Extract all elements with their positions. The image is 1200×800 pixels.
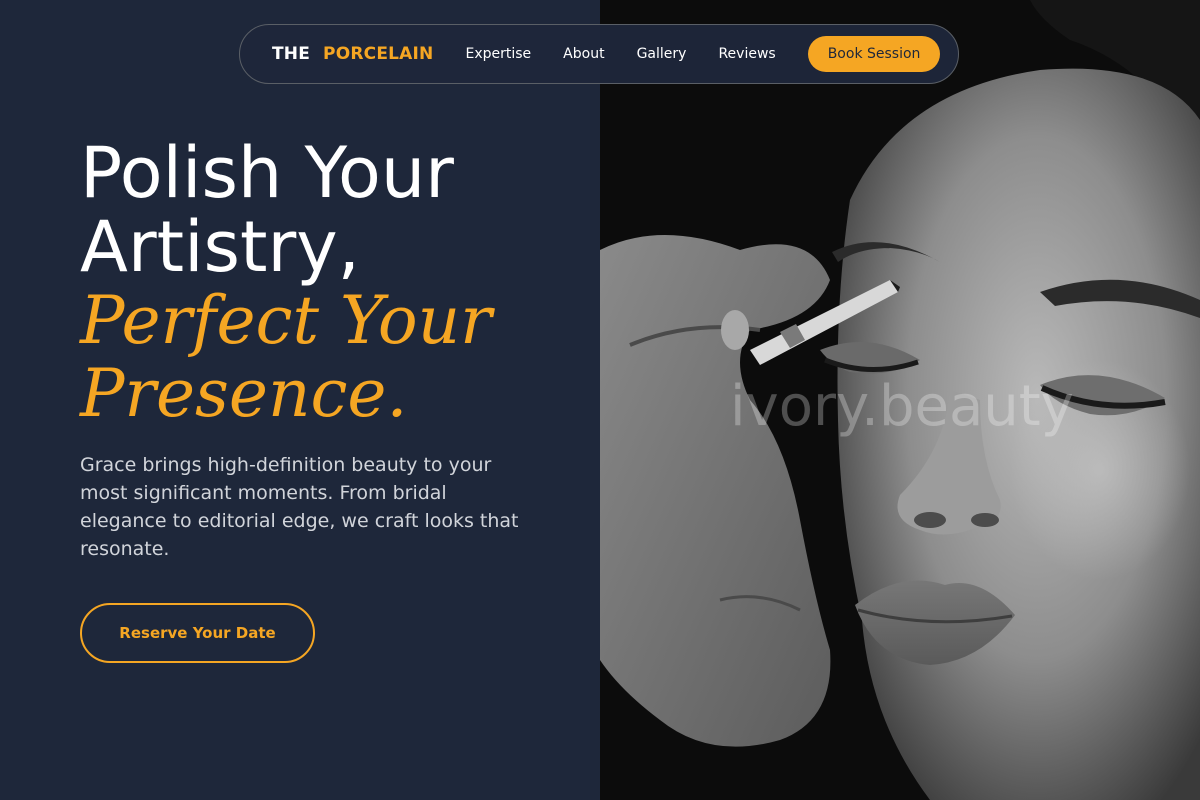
- hero-accent-line-2: Presence.: [80, 355, 408, 432]
- hero-title-line-1: Polish Your: [80, 132, 454, 214]
- hero-accent-line-1: Perfect Your: [80, 282, 492, 359]
- hero-title: Polish Your Artistry, Perfect Your Prese…: [80, 136, 492, 430]
- hero-photo: ivory.beauty: [600, 0, 1200, 800]
- brand-logo[interactable]: THE PORCELAIN: [272, 44, 433, 64]
- nav-link-gallery[interactable]: Gallery: [637, 46, 687, 62]
- nav-link-about[interactable]: About: [563, 46, 604, 62]
- nav-link-reviews[interactable]: Reviews: [718, 46, 775, 62]
- brand-name: PORCELAIN: [323, 44, 434, 64]
- hero-title-line-2: Artistry,: [80, 206, 360, 288]
- portrait-photo-illustration: ivory.beauty: [600, 0, 1200, 800]
- top-nav: THE PORCELAIN Expertise About Gallery Rev…: [239, 24, 959, 84]
- brand-prefix: THE: [272, 44, 311, 64]
- photo-watermark: ivory.beauty: [730, 374, 1074, 439]
- landing-page: ivory.beauty THE PORCELAIN Expertise Abou…: [0, 0, 1200, 800]
- nav-link-expertise[interactable]: Expertise: [465, 46, 531, 62]
- hero-description: Grace brings high-definition beauty to y…: [80, 454, 519, 560]
- reserve-date-button[interactable]: Reserve Your Date: [80, 603, 315, 663]
- book-session-button[interactable]: Book Session: [807, 36, 941, 72]
- nav-links: Expertise About Gallery Reviews: [465, 46, 807, 62]
